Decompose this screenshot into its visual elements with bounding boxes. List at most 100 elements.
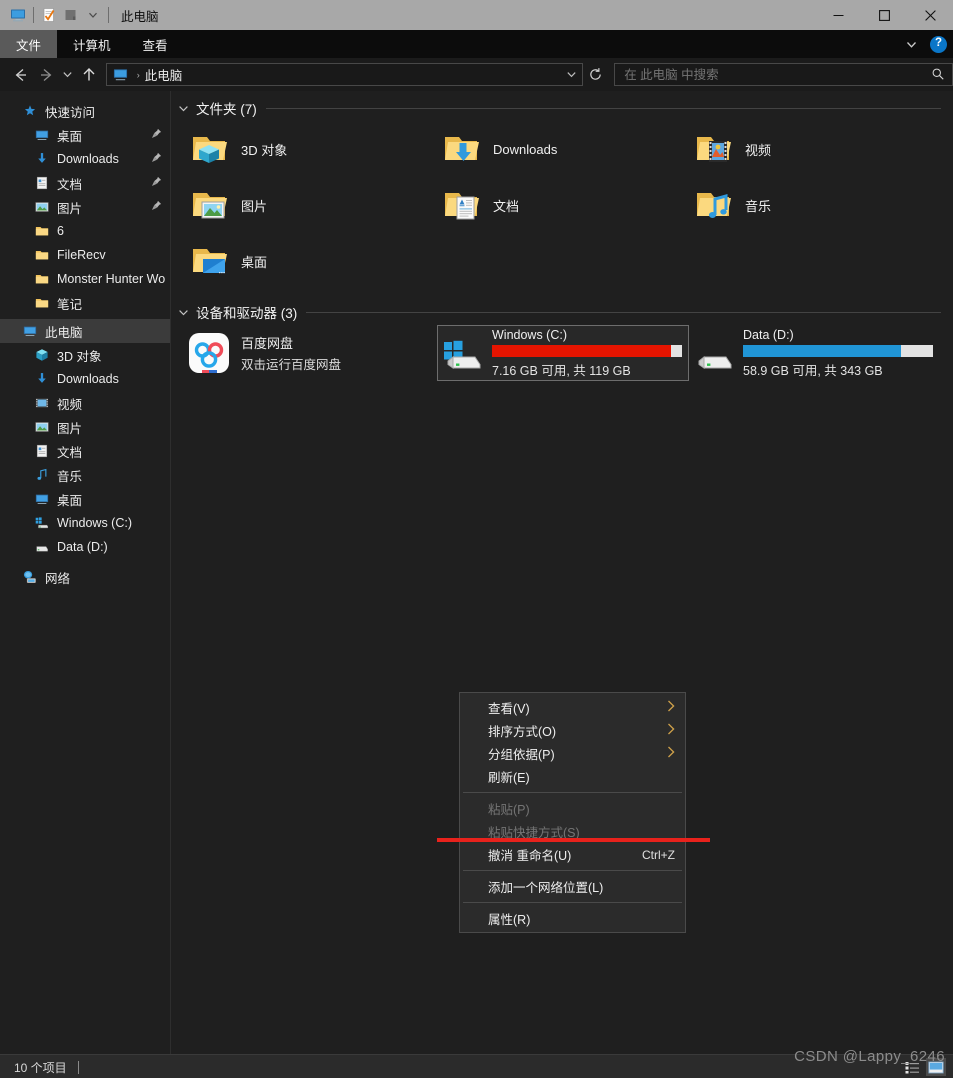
drive-tile-windows-c[interactable]: Windows (C:) 7.16 GB 可用, 共 119 GB [437,325,689,381]
sidebar-item-downloads[interactable]: Downloads [0,367,170,391]
folder-tile[interactable]: 文档 [437,177,689,233]
sidebar-item-downloads-qa[interactable]: Downloads [0,147,170,171]
context-menu-item-properties[interactable]: 属性(R) [460,907,685,930]
new-folder-icon[interactable] [60,4,82,26]
ribbon-collapse-chevron-down-icon[interactable] [902,35,920,53]
folders-chevron-down-icon[interactable] [178,103,189,114]
sidebar-label: 笔记 [57,297,83,312]
properties-icon[interactable] [38,4,60,26]
windows-drive-icon [438,329,486,377]
sidebar-label: Downloads [57,372,119,386]
sidebar-item-pictures[interactable]: 图片 [0,415,170,439]
sidebar-label: Windows (C:) [57,516,133,530]
details-view-button[interactable] [902,1058,922,1076]
maximize-button[interactable] [861,0,907,30]
back-arrow-left-icon[interactable] [8,62,33,88]
search-input[interactable] [615,66,927,83]
sidebar-item-folder-notes[interactable]: 笔记 [0,291,170,315]
qat-divider-2 [108,7,109,23]
search-icon [931,67,945,86]
drive-info: Data (D:) 58.9 GB 可用, 共 343 GB [743,328,933,379]
drive-tile-data-d[interactable]: Data (D:) 58.9 GB 可用, 共 343 GB [689,325,941,381]
context-menu-label: 排序方式(O) [488,725,557,739]
close-button[interactable] [907,0,953,30]
folder-tile[interactable]: 桌面 [185,233,437,289]
search-box[interactable] [614,63,953,86]
pin-icon[interactable] [151,128,162,142]
sidebar-label: 视频 [57,397,83,412]
sidebar-item-music[interactable]: 音乐 [0,463,170,487]
address-bar[interactable]: › 此电脑 [105,63,583,86]
explorer-content: 快速访问 桌面 Downloads 文档 图片 6 FileRecv Monst… [0,91,953,1054]
sidebar-item-pictures-qa[interactable]: 图片 [0,195,170,219]
folder-tile[interactable]: 3D 对象 [185,121,437,177]
sidebar-item-data-d[interactable]: Data (D:) [0,535,170,559]
tab-view[interactable]: 查看 [127,30,184,58]
sidebar-item-videos[interactable]: 视频 [0,391,170,415]
sidebar-item-3d-objects[interactable]: 3D 对象 [0,343,170,367]
device-tile-text: 百度网盘 双击运行百度网盘 [241,333,341,373]
folder-tile[interactable]: 音乐 [689,177,941,233]
refresh-icon[interactable] [585,63,607,86]
3d-object-icon [34,347,50,363]
folder-tile[interactable]: 图片 [185,177,437,233]
folder-icon [34,223,50,239]
status-divider [77,1060,79,1074]
drive-usage-bar [492,344,682,357]
context-menu-item-undo-rename[interactable]: 撤消 重命名(U) Ctrl+Z [460,843,685,866]
desktop-icon [34,127,50,143]
pin-icon[interactable] [151,176,162,190]
up-arrow-up-icon[interactable] [76,62,101,88]
drive-icon [689,329,737,377]
this-pc-icon[interactable] [7,4,29,26]
navigation-pane[interactable]: 快速访问 桌面 Downloads 文档 图片 6 FileRecv Monst… [0,91,171,1054]
sidebar-item-desktop-qa[interactable]: 桌面 [0,123,170,147]
tab-file[interactable]: 文件 [0,30,58,58]
large-icons-view-button[interactable] [926,1058,946,1076]
documents-icon [34,443,50,459]
drive-name: Data (D:) [743,327,794,342]
monitor-icon [22,323,38,339]
folder-tile[interactable]: 视频 [689,121,941,177]
minimize-button[interactable] [815,0,861,30]
context-menu-item-refresh[interactable]: 刷新(E) [460,765,685,788]
folder-documents-icon [437,181,485,229]
context-menu-item-group-by[interactable]: 分组依据(P) [460,742,685,765]
tab-computer[interactable]: 计算机 [57,30,127,58]
sidebar-label: 快速访问 [45,105,96,120]
context-menu-accelerator: Ctrl+Z [642,847,675,862]
folder-tile[interactable]: Downloads [437,121,689,177]
sidebar-item-network[interactable]: 网络 [0,565,170,589]
sidebar-item-windows-c[interactable]: Windows (C:) [0,511,170,535]
context-menu-item-add-network-location[interactable]: 添加一个网络位置(L) [460,875,685,898]
sidebar-item-documents[interactable]: 文档 [0,439,170,463]
address-dropdown-chevron-down-icon[interactable] [562,64,582,85]
pin-icon[interactable] [151,200,162,214]
devices-group-header[interactable]: 设备和驱动器 (3) [171,299,953,325]
context-menu[interactable]: 查看(V) 排序方式(O) 分组依据(P) 刷新(E) 粘贴(P) 粘贴快捷方式… [459,692,686,933]
forward-arrow-right-icon[interactable] [33,62,58,88]
pin-icon[interactable] [151,152,162,166]
customize-qat-chevron-down-icon[interactable] [82,4,104,26]
recent-locations-chevron-down-icon[interactable] [59,62,77,88]
sidebar-item-desktop[interactable]: 桌面 [0,487,170,511]
help-button[interactable]: ? [930,35,947,53]
sidebar-item-folder-monster-hunter[interactable]: Monster Hunter Wo [0,267,170,291]
sidebar-item-documents-qa[interactable]: 文档 [0,171,170,195]
sidebar-item-folder-filerecv[interactable]: FileRecv [0,243,170,267]
sidebar-item-quick-access[interactable]: 快速访问 [0,99,170,123]
context-menu-divider [463,902,682,903]
context-menu-label: 分组依据(P) [488,748,555,762]
folder-label: Downloads [493,141,558,157]
sidebar-item-folder-6[interactable]: 6 [0,219,170,243]
folders-group-header[interactable]: 文件夹 (7) [171,95,953,121]
devices-chevron-down-icon[interactable] [178,307,189,318]
device-tile-baidu-netdisk[interactable]: 百度网盘 双击运行百度网盘 [185,325,437,381]
ribbon-right-controls: ? [902,30,947,58]
sidebar-label: Downloads [57,152,119,166]
folder-label: 图片 [241,198,268,214]
drive-free-space: 58.9 GB 可用, 共 343 GB [743,363,883,378]
context-menu-item-view[interactable]: 查看(V) [460,696,685,719]
sidebar-item-this-pc[interactable]: 此电脑 [0,319,170,343]
context-menu-item-sort-by[interactable]: 排序方式(O) [460,719,685,742]
